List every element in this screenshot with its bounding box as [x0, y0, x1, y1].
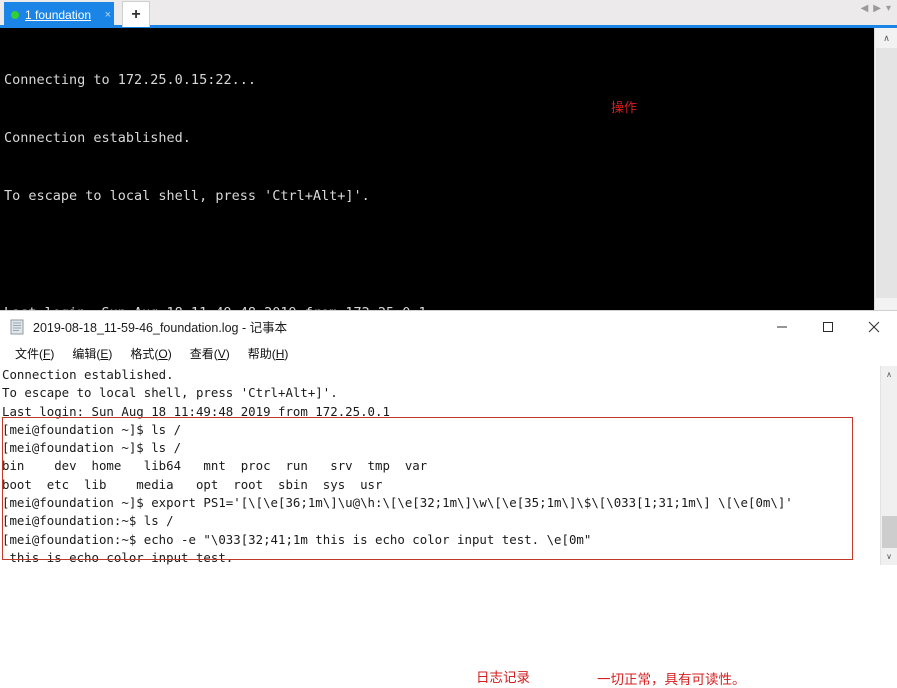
menu-item-label: 帮助(	[247, 346, 276, 361]
notepad-text-area[interactable]: Connection established. To escape to loca…	[0, 366, 897, 565]
terminal-line-connecting: Connecting to 172.25.0.15:22...	[4, 71, 874, 90]
notepad-title: 2019-08-18_11-59-46_foundation.log - 记事本	[33, 321, 288, 335]
terminal-tab-strip: 1 foundation × + ◀ ▶ ▾	[0, 0, 897, 28]
log-line-1: To escape to local shell, press 'Ctrl+Al…	[2, 385, 338, 401]
log-line-10: this is echo color input test.	[2, 549, 234, 565]
log-line-9: [mei@foundation:~$ echo -e "\033[32;41;1…	[2, 531, 592, 547]
menu-item-label: 编辑(	[72, 346, 101, 361]
menu-item-accelerator: V	[217, 346, 226, 361]
tab-next-icon[interactable]: ▶	[873, 4, 881, 14]
tab-label: 1 foundation	[25, 7, 92, 22]
close-button[interactable]	[851, 311, 897, 342]
maximize-button[interactable]	[805, 311, 851, 342]
menu-item-paren: )	[50, 346, 55, 361]
terminal-screen[interactable]: Connecting to 172.25.0.15:22... Connecti…	[0, 28, 874, 318]
menu-item-v[interactable]: 查看(V)	[181, 343, 239, 364]
menu-item-label: 查看(	[189, 346, 218, 361]
scroll-down-icon[interactable]: ∨	[881, 548, 897, 565]
log-line-8: [mei@foundation:~$ ls /	[2, 513, 174, 529]
terminal-window: 1 foundation × + ◀ ▶ ▾ Connecting to 172…	[0, 0, 897, 318]
notepad-scrollbar[interactable]: ∧ ∨	[880, 366, 897, 565]
menu-item-f[interactable]: 文件(F)	[6, 343, 63, 364]
annotation-log-record: 日志记录	[476, 670, 530, 686]
menu-item-accelerator: O	[158, 346, 168, 361]
log-line-7: [mei@foundation ~]$ export PS1='[\[\e[36…	[2, 495, 793, 511]
log-line-2: Last login: Sun Aug 18 11:49:48 2019 fro…	[2, 403, 390, 419]
menu-item-label: 文件(	[15, 346, 43, 361]
notepad-scrollbar-thumb[interactable]	[882, 516, 897, 548]
minimize-button[interactable]	[759, 311, 805, 342]
notepad-window-controls	[759, 311, 897, 342]
tab-list-chevron-down-icon[interactable]: ▾	[886, 4, 891, 14]
tab-foundation[interactable]: 1 foundation ×	[4, 2, 114, 27]
menu-item-paren: )	[167, 346, 172, 361]
scroll-up-icon[interactable]: ∧	[881, 366, 897, 383]
log-line-0: Connection established.	[2, 367, 174, 382]
tab-status-dot-icon	[11, 10, 19, 19]
menu-item-e[interactable]: 编辑(E)	[63, 343, 121, 364]
tab-prev-icon[interactable]: ◀	[861, 4, 869, 14]
log-line-3: [mei@foundation ~]$ ls /	[2, 421, 182, 437]
new-tab-button[interactable]: +	[122, 1, 150, 27]
terminal-text: To escape to local shell, press 'Ctrl+Al…	[4, 188, 370, 205]
notepad-app-icon	[9, 319, 25, 335]
terminal-scrollbar-thumb[interactable]	[876, 48, 897, 298]
notepad-titlebar[interactable]: 2019-08-18_11-59-46_foundation.log - 记事本	[0, 311, 897, 342]
menu-item-label: 格式(	[130, 346, 159, 361]
menu-item-o[interactable]: 格式(O)	[121, 343, 180, 364]
menu-item-paren: )	[108, 346, 113, 361]
terminal-scrollbar[interactable]: ∧	[874, 28, 897, 318]
notepad-menubar: 文件(F) 编辑(E) 格式(O) 查看(V) 帮助(H)	[0, 342, 897, 364]
tab-close-icon[interactable]: ×	[105, 9, 111, 21]
menu-item-paren: )	[225, 346, 230, 361]
notepad-window: 2019-08-18_11-59-46_foundation.log - 记事本…	[0, 310, 897, 688]
log-line-6: boot etc lib media opt root sbin sys usr	[2, 476, 383, 492]
annotation-all-normal: 一切正常，具有可读性。	[597, 672, 746, 688]
terminal-text: Connection established.	[4, 130, 191, 147]
annotation-operation: 操作	[611, 101, 638, 116]
terminal-text: Connecting to 172.25.0.15:22...	[4, 71, 256, 88]
terminal-line-escape: To escape to local shell, press 'Ctrl+Al…	[4, 187, 874, 206]
menu-item-h[interactable]: 帮助(H)	[239, 343, 298, 364]
notepad-log-content: Connection established. To escape to loca…	[2, 366, 862, 565]
tab-navigation: ◀ ▶ ▾	[861, 4, 891, 14]
log-line-4: [mei@foundation ~]$ ls /	[2, 440, 182, 456]
menu-item-paren: )	[284, 346, 289, 361]
log-line-5: bin dev home lib64 mnt proc run srv tmp …	[2, 458, 428, 474]
terminal-line-established: Connection established.	[4, 129, 874, 148]
scroll-up-icon[interactable]: ∧	[875, 28, 897, 48]
